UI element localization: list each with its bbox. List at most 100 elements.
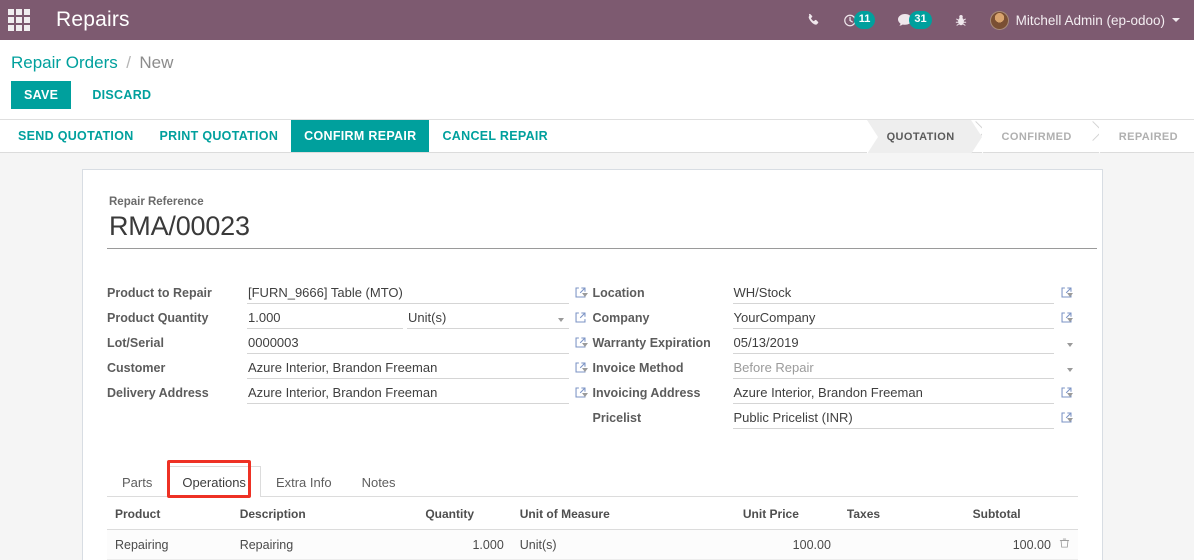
field-delivery-address: Delivery Address Azure Interior, Brandon… xyxy=(107,379,593,404)
cell-quantity[interactable]: 1.000 xyxy=(417,529,512,560)
cell-unit-price[interactable]: 100.00 xyxy=(734,529,839,560)
field-label: Lot/Serial xyxy=(107,336,164,350)
field-product-quantity: Product Quantity 1.000 Unit(s) xyxy=(107,304,593,329)
field-label: Company xyxy=(592,311,650,325)
uom-input[interactable]: Unit(s) xyxy=(407,310,569,329)
edit-buttons-row: SAVE DISCARD xyxy=(0,73,1194,119)
avatar xyxy=(989,10,1009,30)
invoice-method-input[interactable]: Before Repair xyxy=(732,360,1054,379)
external-link-icon[interactable] xyxy=(1054,409,1078,429)
company-input[interactable]: YourCompany xyxy=(732,310,1054,329)
status-step-label: REPAIRED xyxy=(1118,130,1178,143)
table-header-row: Product Description Quantity Unit of Mea… xyxy=(107,497,1078,530)
col-header-taxes: Taxes xyxy=(838,497,965,530)
invoicing-address-input[interactable]: Azure Interior, Brandon Freeman xyxy=(732,385,1054,404)
chevron-down-icon xyxy=(1067,368,1073,372)
col-header-quantity: Quantity xyxy=(417,497,512,530)
step-divider-icon xyxy=(1088,120,1099,153)
user-menu[interactable]: Mitchell Admin (ep-odoo) xyxy=(979,0,1186,40)
bug-debug-icon[interactable] xyxy=(943,0,979,40)
breadcrumb-root-link[interactable]: Repair Orders xyxy=(11,53,118,72)
table-header: Product Description Quantity Unit of Mea… xyxy=(107,497,1078,530)
field-label: Invoicing Address xyxy=(592,386,701,400)
col-header-unit-price: Unit Price xyxy=(734,497,839,530)
status-step-confirmed[interactable]: CONFIRMED xyxy=(981,120,1088,154)
col-header-subtotal: Subtotal xyxy=(964,497,1059,530)
app-title: Repairs xyxy=(56,8,130,31)
external-link-icon[interactable] xyxy=(1054,384,1078,404)
activity-clock-icon[interactable]: 11 xyxy=(832,0,887,40)
delete-line-trash-icon[interactable] xyxy=(1058,529,1078,560)
form-sheet: Repair Reference RMA/00023 Product to Re… xyxy=(82,169,1103,560)
status-step-label: CONFIRMED xyxy=(1001,130,1072,143)
breadcrumb-current: New xyxy=(139,53,174,72)
status-step-repaired[interactable]: REPAIRED xyxy=(1098,120,1194,154)
external-link-icon[interactable] xyxy=(1054,284,1078,304)
cell-taxes[interactable] xyxy=(838,529,965,560)
tab-operations-wrapper: Operations xyxy=(167,460,261,498)
field-lot-serial: Lot/Serial 0000003 xyxy=(107,329,593,354)
lot-serial-input[interactable]: 0000003 xyxy=(247,335,569,354)
cell-product[interactable]: Repairing xyxy=(107,529,232,560)
messages-count-badge: 31 xyxy=(909,11,932,29)
tab-operations[interactable]: Operations xyxy=(167,466,261,497)
external-link-icon[interactable] xyxy=(569,309,593,329)
breadcrumb-separator: / xyxy=(126,53,131,72)
external-link-icon[interactable] xyxy=(569,359,593,379)
delivery-address-input[interactable]: Azure Interior, Brandon Freeman xyxy=(247,385,569,404)
field-label: Pricelist xyxy=(592,411,642,425)
status-stepper: QUOTATION CONFIRMED REPAIRED xyxy=(866,120,1194,154)
form-group-left: Product to Repair [FURN_9666] Table (MTO… xyxy=(107,279,593,429)
external-link-icon[interactable] xyxy=(569,384,593,404)
customer-input[interactable]: Azure Interior, Brandon Freeman xyxy=(247,360,569,379)
col-header-actions xyxy=(1058,497,1078,530)
cancel-repair-button[interactable]: CANCEL REPAIR xyxy=(429,120,561,152)
external-link-icon[interactable] xyxy=(1054,309,1078,329)
top-navbar: Repairs 11 31 Mitchell Admin (ep-odoo) xyxy=(0,0,1194,40)
messages-chat-icon[interactable]: 31 xyxy=(886,0,942,40)
discard-button[interactable]: DISCARD xyxy=(80,81,163,109)
col-header-description: Description xyxy=(231,497,418,530)
confirm-repair-button[interactable]: CONFIRM REPAIR xyxy=(291,120,430,152)
chevron-down-icon xyxy=(1067,343,1073,347)
cell-description[interactable]: Repairing xyxy=(231,529,418,560)
field-invoice-method: Invoice Method Before Repair xyxy=(593,354,1079,379)
product-to-repair-input[interactable]: [FURN_9666] Table (MTO) xyxy=(247,285,569,304)
external-link-icon[interactable] xyxy=(569,334,593,354)
tab-parts[interactable]: Parts xyxy=(107,466,167,497)
table-row[interactable]: Repairing Repairing 1.000 Unit(s) 100.00… xyxy=(107,529,1078,560)
field-customer: Customer Azure Interior, Brandon Freeman xyxy=(107,354,593,379)
col-header-product: Product xyxy=(107,497,232,530)
sheet-background: Repair Reference RMA/00023 Product to Re… xyxy=(0,153,1194,560)
pricelist-input[interactable]: Public Pricelist (INR) xyxy=(732,410,1054,429)
field-label: Location xyxy=(592,286,645,300)
cell-subtotal[interactable]: 100.00 xyxy=(964,529,1059,560)
product-quantity-input[interactable]: 1.000 xyxy=(247,310,403,329)
repair-reference-label: Repair Reference xyxy=(109,196,204,208)
send-quotation-button[interactable]: SEND QUOTATION xyxy=(5,120,147,152)
print-quotation-button[interactable]: PRINT QUOTATION xyxy=(147,120,292,152)
status-step-quotation[interactable]: QUOTATION xyxy=(866,120,982,154)
statusbar-row: SEND QUOTATION PRINT QUOTATION CONFIRM R… xyxy=(0,120,1194,154)
field-location: Location WH/Stock xyxy=(593,279,1079,304)
field-warranty-expiration: Warranty Expiration 05/13/2019 xyxy=(593,329,1079,354)
warranty-expiration-input[interactable]: 05/13/2019 xyxy=(732,335,1054,354)
field-label: Customer xyxy=(107,361,166,375)
repair-reference-input[interactable]: RMA/00023 xyxy=(107,208,1097,249)
tab-extra-info[interactable]: Extra Info xyxy=(261,466,347,497)
apps-grid-icon[interactable] xyxy=(8,9,34,31)
col-header-unit-of-measure: Unit of Measure xyxy=(511,497,735,530)
chevron-down-icon xyxy=(1172,18,1180,22)
operations-lines-table: Product Description Quantity Unit of Mea… xyxy=(107,497,1078,560)
phone-icon[interactable] xyxy=(795,0,832,40)
field-label: Invoice Method xyxy=(592,361,684,375)
status-step-label: QUOTATION xyxy=(886,130,955,143)
field-label: Product to Repair xyxy=(107,286,212,300)
external-link-icon[interactable] xyxy=(569,284,593,304)
save-button[interactable]: SAVE xyxy=(11,81,72,109)
field-invoicing-address: Invoicing Address Azure Interior, Brando… xyxy=(593,379,1079,404)
tab-notes[interactable]: Notes xyxy=(347,466,411,497)
field-label: Warranty Expiration xyxy=(592,336,711,350)
location-input[interactable]: WH/Stock xyxy=(732,285,1054,304)
cell-unit-of-measure[interactable]: Unit(s) xyxy=(511,529,735,560)
